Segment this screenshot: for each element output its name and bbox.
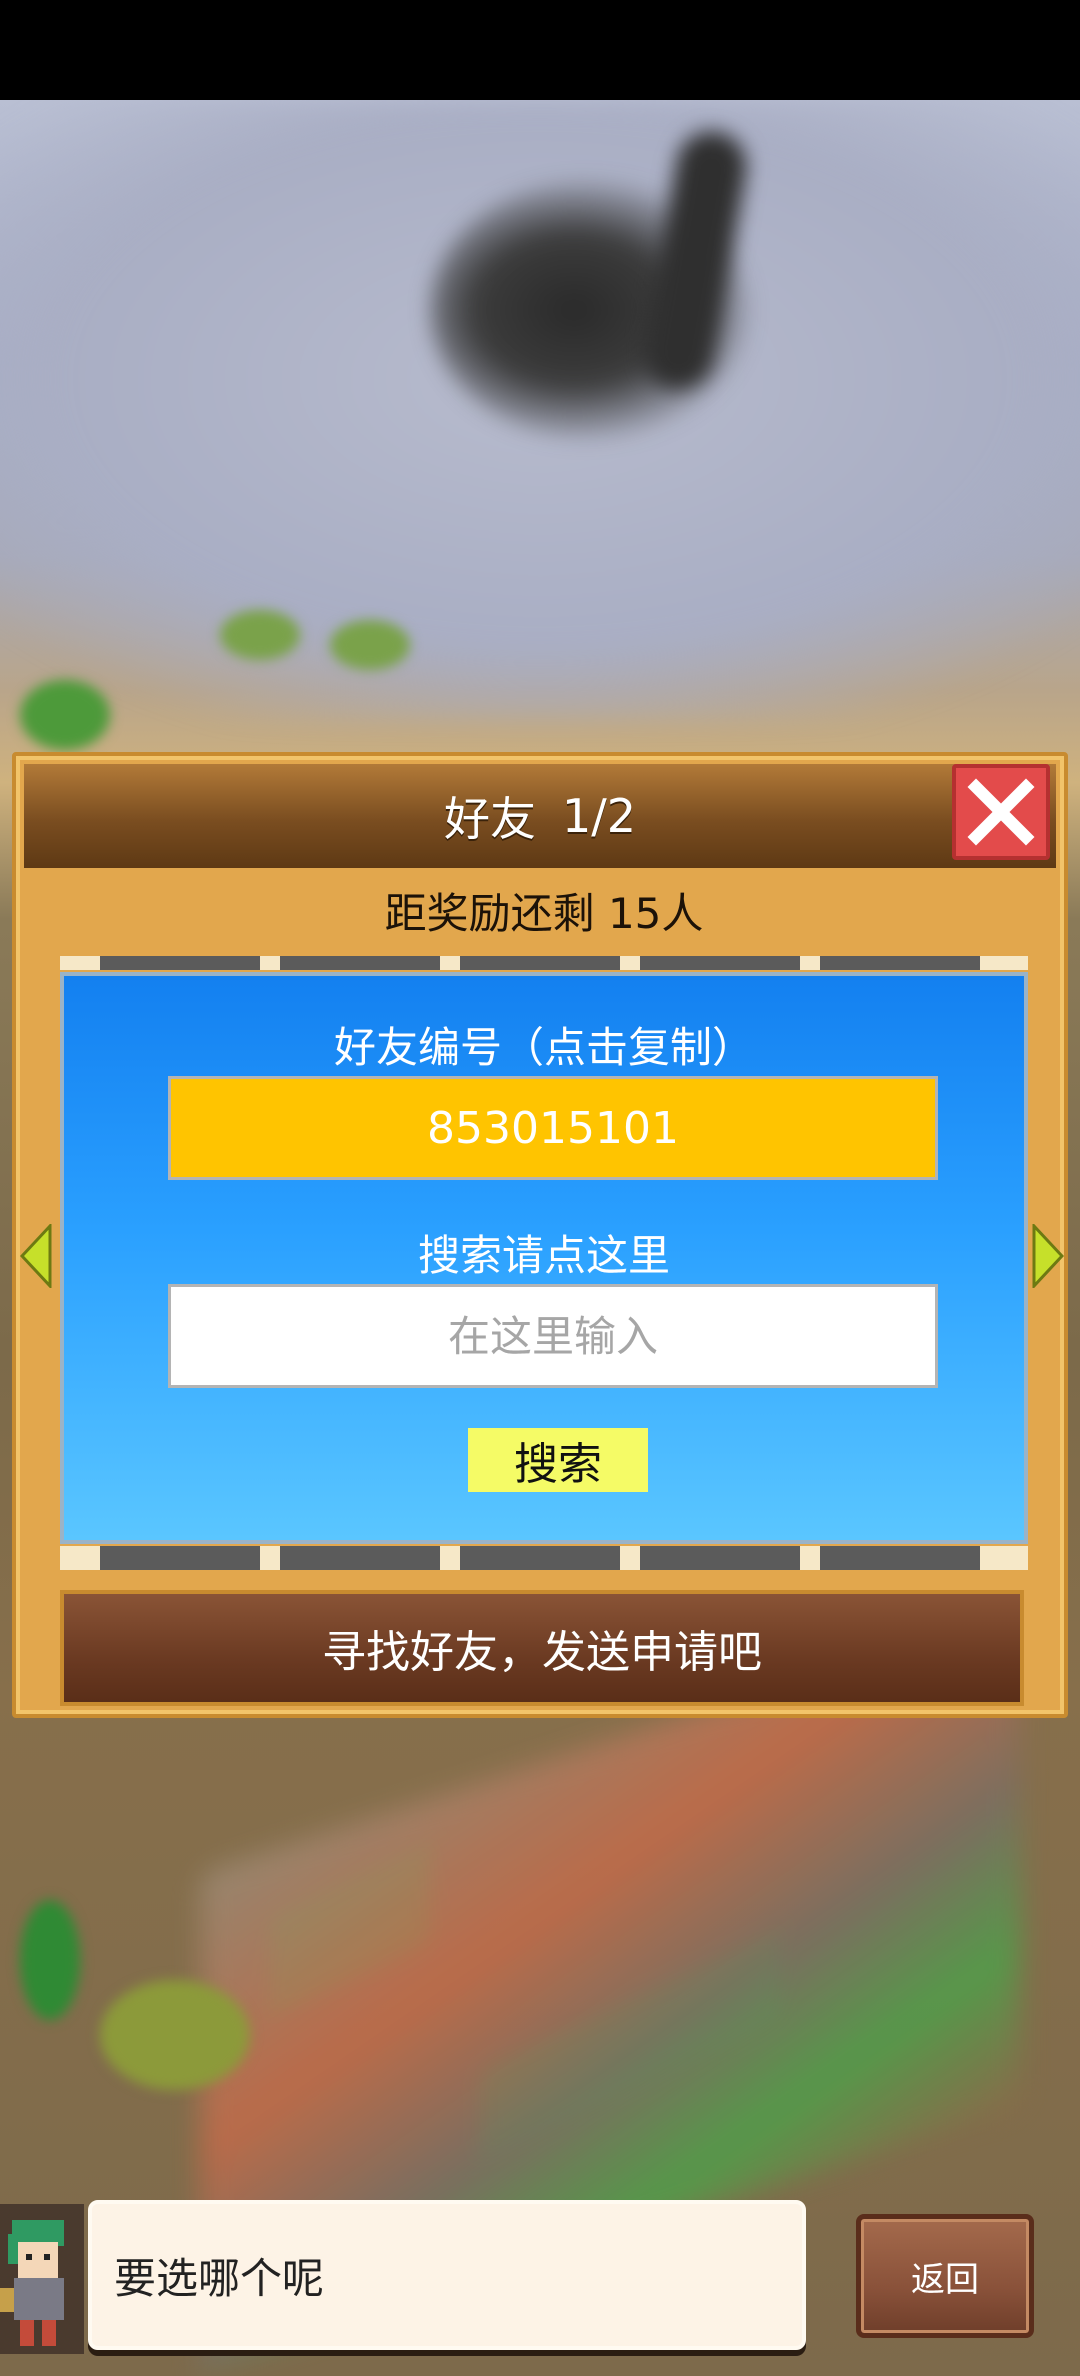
- background-grass: [20, 680, 110, 750]
- tab-segment[interactable]: [280, 1546, 440, 1570]
- dialog-title-text: 好友: [443, 792, 536, 846]
- background-grass: [220, 610, 300, 660]
- status-bar: [0, 0, 1080, 100]
- arrow-left-icon[interactable]: [20, 1224, 52, 1288]
- friend-id-label: 好友编号（点击复制）: [333, 1023, 754, 1072]
- tab-segment[interactable]: [100, 1546, 260, 1570]
- search-input[interactable]: [168, 1284, 938, 1388]
- character-avatar: [0, 2204, 84, 2354]
- close-button[interactable]: [952, 764, 1050, 860]
- background-grass: [100, 1980, 250, 2090]
- tab-segment[interactable]: [460, 1546, 620, 1570]
- background-grass: [20, 1900, 80, 2020]
- send-request-banner[interactable]: 寻找好友，发送申请吧: [60, 1590, 1024, 1706]
- back-button[interactable]: 返回: [856, 2214, 1034, 2338]
- reward-progress-text: 距奖励还剩 15人: [384, 889, 704, 938]
- dialog-header: 好友 1/2: [24, 764, 1056, 868]
- page-indicator: 1/2: [561, 789, 637, 843]
- search-label: 搜索请点这里: [417, 1231, 670, 1280]
- message-box: 要选哪个呢: [88, 2200, 806, 2350]
- tab-segment[interactable]: [100, 956, 260, 970]
- friend-search-panel: 好友编号（点击复制） 853015101 搜索请点这里 搜索: [60, 972, 1028, 1544]
- friend-id-box[interactable]: 853015101: [168, 1076, 938, 1180]
- tab-segment[interactable]: [820, 956, 980, 970]
- search-button[interactable]: 搜索: [468, 1428, 648, 1492]
- close-icon: [967, 778, 1035, 846]
- tab-segment[interactable]: [640, 1546, 800, 1570]
- arrow-right-icon[interactable]: [1032, 1224, 1064, 1288]
- background-grass: [330, 620, 410, 670]
- tab-segment[interactable]: [280, 956, 440, 970]
- friends-dialog: 好友 1/2 距奖励还剩 15人 好友编号（点击复制） 853015101 搜索…: [12, 752, 1068, 1718]
- tab-strip-top: [60, 956, 1028, 970]
- tab-strip-bottom: [60, 1546, 1028, 1570]
- dialog-title: 好友 1/2: [24, 764, 1056, 868]
- tab-segment[interactable]: [460, 956, 620, 970]
- tab-segment[interactable]: [820, 1546, 980, 1570]
- tab-segment[interactable]: [640, 956, 800, 970]
